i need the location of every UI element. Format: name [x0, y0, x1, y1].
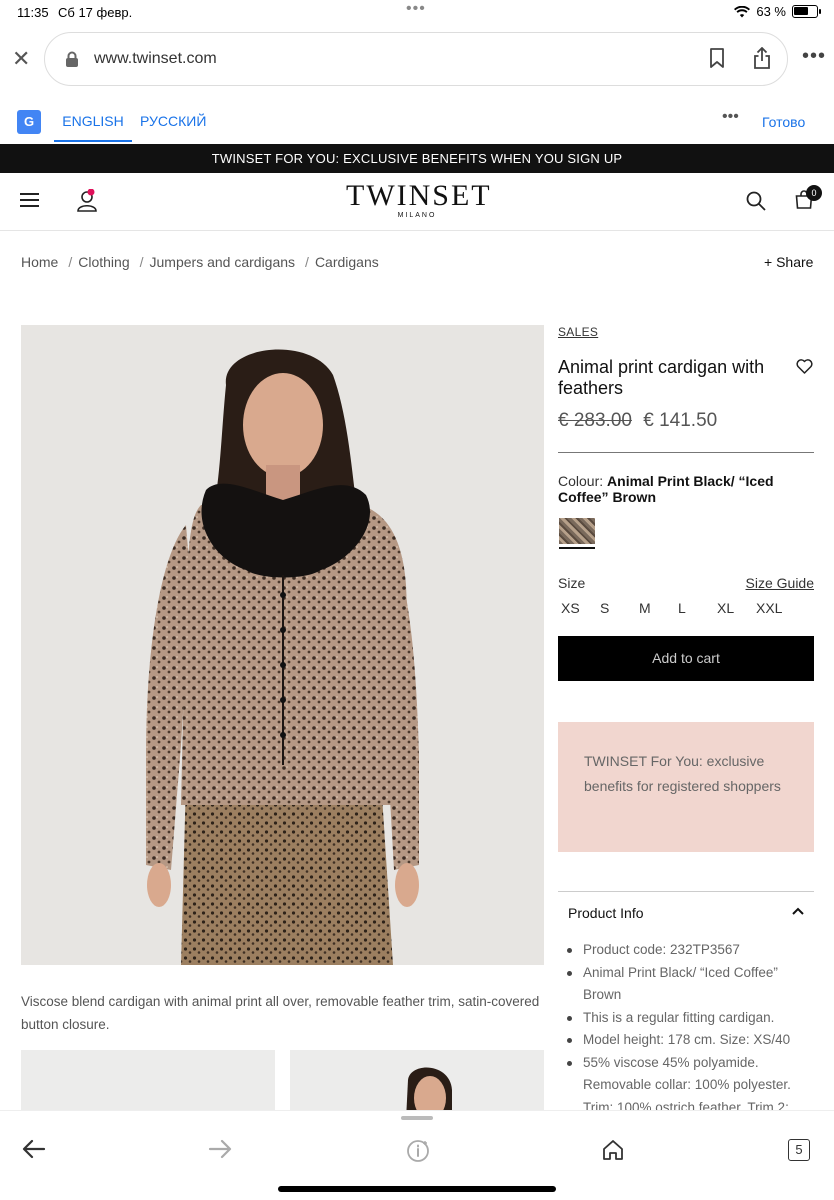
- breadcrumb-separator: /: [139, 254, 144, 270]
- wifi-icon: [734, 5, 751, 17]
- product-info-header[interactable]: Product Info: [568, 905, 644, 921]
- battery-percent: 63 %: [756, 4, 786, 19]
- logo-subtext: MILANO: [397, 212, 437, 219]
- home-indicator: [278, 1186, 556, 1192]
- price-block: € 283.00 € 141.50: [558, 410, 717, 432]
- bookmark-icon[interactable]: [709, 48, 725, 68]
- more-options-icon[interactable]: •••: [802, 45, 826, 68]
- size-options: XS S M L XL XXL: [561, 600, 795, 616]
- share-link[interactable]: + Share: [764, 254, 813, 270]
- breadcrumb: Home / Clothing / Jumpers and cardigans / Card…: [21, 254, 381, 270]
- twinset-logo[interactable]: TWINSET MILANO: [346, 179, 492, 220]
- divider: [558, 452, 814, 453]
- breadcrumb-clothing[interactable]: Clothing: [78, 254, 129, 270]
- size-label: Size: [558, 575, 586, 591]
- list-item: Animal Print Black/ “Iced Coffee” Brown: [565, 962, 815, 1007]
- status-date: Сб 17 февр.: [58, 5, 133, 20]
- model-photo-illustration: [21, 325, 544, 965]
- address-bar[interactable]: www.twinset.com: [44, 32, 788, 86]
- site-header: TWINSET MILANO 0: [0, 173, 834, 231]
- divider: [558, 891, 814, 892]
- url-text[interactable]: www.twinset.com: [94, 50, 217, 68]
- tab-english[interactable]: ENGLISH: [54, 100, 132, 142]
- translate-bar: G ENGLISH РУССКИЙ ••• Готово: [0, 100, 834, 144]
- product-title: Animal print cardigan with feathers: [558, 357, 765, 398]
- product-description: Viscose blend cardigan with animal print…: [21, 994, 540, 1032]
- breadcrumb-home[interactable]: Home: [21, 254, 58, 270]
- product-details-panel: SALES Animal print cardigan with feather…: [558, 325, 814, 1115]
- page-info-icon[interactable]: [406, 1139, 430, 1163]
- google-translate-icon[interactable]: G: [17, 110, 41, 134]
- breadcrumb-cardigans[interactable]: Cardigans: [315, 254, 379, 270]
- status-bar: 11:35 Сб 17 февр. ••• 63 %: [0, 0, 834, 24]
- size-option-s[interactable]: S: [600, 600, 639, 616]
- size-option-xl[interactable]: XL: [717, 600, 756, 616]
- colour-label: Colour:: [558, 473, 608, 489]
- drag-handle[interactable]: [401, 1116, 433, 1120]
- list-item: Product code: 232TP3567: [565, 939, 815, 962]
- breadcrumb-jumpers[interactable]: Jumpers and cardigans: [150, 254, 296, 270]
- back-arrow-icon[interactable]: [22, 1139, 46, 1159]
- product-image[interactable]: [21, 325, 544, 965]
- list-item: Model height: 178 cm. Size: XS/40: [565, 1029, 815, 1052]
- breadcrumb-separator: /: [68, 254, 73, 270]
- original-price: € 283.00: [558, 410, 632, 431]
- lock-icon: [66, 51, 78, 67]
- logo-text: TWINSET: [346, 179, 492, 212]
- address-bar-row: ✕ www.twinset.com •••: [0, 32, 834, 88]
- size-guide-link[interactable]: Size Guide: [746, 575, 814, 591]
- browser-toolbar: 5: [0, 1110, 834, 1200]
- benefits-banner[interactable]: TWINSET For You: exclusive benefits for …: [558, 722, 814, 852]
- product-info-list: Product code: 232TP3567 Animal Print Bla…: [565, 939, 815, 1119]
- colour-info: Colour: Animal Print Black/ “Iced Coffee…: [558, 473, 814, 505]
- user-icon[interactable]: [76, 189, 98, 213]
- menu-icon[interactable]: [20, 193, 39, 207]
- forward-arrow-icon[interactable]: [208, 1139, 232, 1159]
- multitask-dots-icon[interactable]: •••: [406, 0, 426, 18]
- search-icon[interactable]: [746, 191, 766, 211]
- size-option-xs[interactable]: XS: [561, 600, 600, 616]
- status-right: 63 %: [734, 4, 821, 19]
- sale-price: € 141.50: [643, 410, 718, 431]
- tab-russian[interactable]: РУССКИЙ: [140, 100, 206, 142]
- translate-menu-icon[interactable]: •••: [722, 108, 739, 126]
- promo-banner[interactable]: TWINSET FOR YOU: EXCLUSIVE BENEFITS WHEN…: [0, 144, 834, 173]
- list-item: This is a regular fitting cardigan.: [565, 1007, 815, 1030]
- colour-swatch[interactable]: [559, 518, 595, 544]
- battery-icon: [792, 5, 821, 18]
- home-icon[interactable]: [602, 1139, 624, 1161]
- status-time: 11:35: [17, 5, 49, 20]
- share-icon[interactable]: [753, 47, 771, 69]
- cart-count-badge: 0: [806, 185, 822, 201]
- list-item: 55% viscose 45% polyamide. Removable col…: [565, 1052, 815, 1120]
- close-icon[interactable]: ✕: [12, 46, 30, 72]
- wishlist-heart-icon[interactable]: [796, 359, 813, 374]
- size-option-xxl[interactable]: XXL: [756, 600, 795, 616]
- add-to-cart-button[interactable]: Add to cart: [558, 636, 814, 681]
- translate-done-button[interactable]: Готово: [762, 114, 805, 130]
- chevron-up-icon[interactable]: [792, 907, 804, 915]
- tabs-count-icon[interactable]: 5: [788, 1139, 810, 1161]
- breadcrumb-separator: /: [305, 254, 309, 270]
- size-option-l[interactable]: L: [678, 600, 717, 616]
- sales-badge[interactable]: SALES: [558, 325, 814, 339]
- size-option-m[interactable]: M: [639, 600, 678, 616]
- swatch-selected-indicator: [559, 547, 595, 549]
